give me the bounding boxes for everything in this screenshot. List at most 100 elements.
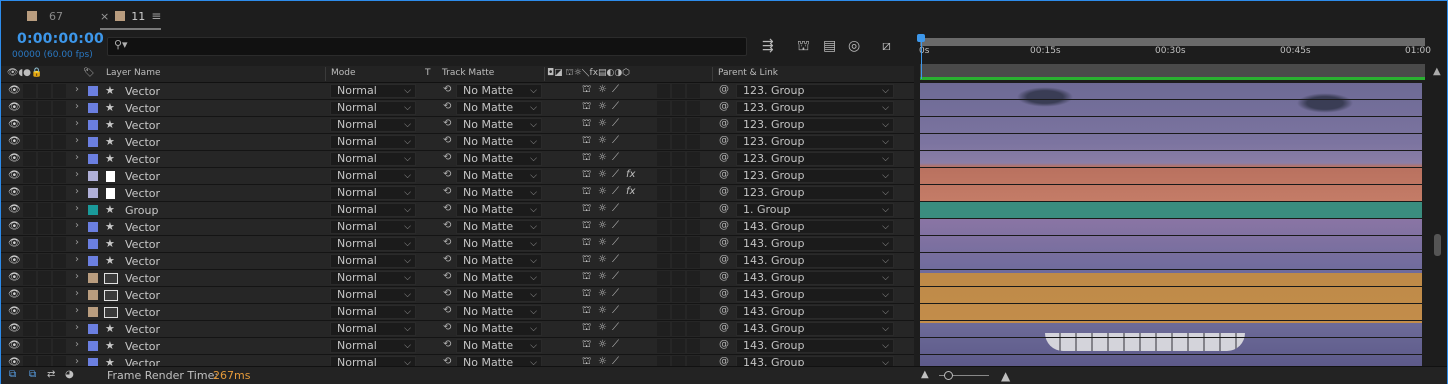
track-matte-select[interactable]: No Matte ⌵ [456, 237, 542, 251]
shy-icon[interactable]: ⛫ [582, 356, 591, 366]
switch-cell[interactable] [672, 203, 685, 217]
panel-menu-icon[interactable]: ≡ [151, 9, 161, 23]
layer-name[interactable]: Vector [125, 187, 160, 200]
solo-toggle[interactable] [38, 322, 51, 336]
parent-select[interactable]: 143. Group ⌵ [736, 220, 894, 234]
label-color-swatch[interactable] [88, 341, 98, 351]
switch-cell[interactable] [672, 237, 685, 251]
frame-blending-icon[interactable]: ▤ [823, 38, 836, 54]
track-matte-select[interactable]: No Matte ⌵ [456, 118, 542, 132]
lock-toggle[interactable] [53, 220, 66, 234]
audio-toggle[interactable] [23, 305, 36, 319]
audio-toggle[interactable] [23, 339, 36, 353]
switch-cell[interactable] [672, 152, 685, 166]
chevron-right-icon[interactable]: › [75, 101, 79, 112]
shy-icon[interactable]: ⛫ [582, 339, 591, 352]
parent-select[interactable]: 123. Group ⌵ [736, 169, 894, 183]
preserve-transparency-icon[interactable]: ⟲ [443, 186, 451, 197]
graph-editor-icon[interactable]: ⧄ [882, 38, 891, 54]
pick-whip-icon[interactable]: @ [719, 152, 729, 163]
search-input[interactable]: ⚲▾ [107, 37, 747, 56]
solo-toggle[interactable] [38, 101, 51, 115]
composition-mini-flowchart-icon[interactable]: ⇶ [762, 38, 774, 54]
track-matte-select[interactable]: No Matte ⌵ [456, 135, 542, 149]
chevron-right-icon[interactable]: › [75, 220, 79, 231]
pick-whip-icon[interactable]: @ [719, 186, 729, 197]
parent-select[interactable]: 123. Group ⌵ [736, 84, 894, 98]
blend-mode-select[interactable]: Normal ⌵ [330, 288, 416, 302]
pick-whip-icon[interactable]: @ [719, 203, 729, 214]
collapse-icon[interactable]: ☼ [598, 152, 607, 163]
in-out-toggle-icon[interactable]: ⇄ [47, 369, 55, 380]
audio-toggle[interactable] [23, 186, 36, 200]
switch-cell[interactable] [657, 152, 670, 166]
chevron-right-icon[interactable]: › [75, 84, 79, 95]
audio-toggle[interactable] [23, 84, 36, 98]
audio-toggle[interactable] [23, 220, 36, 234]
render-time-toggle-icon[interactable]: ◕ [65, 369, 74, 380]
switch-cell[interactable] [672, 84, 685, 98]
layer-name[interactable]: Vector [125, 153, 160, 166]
time-navigator[interactable] [920, 38, 1425, 46]
visibility-eye-icon[interactable]: 👁 [8, 221, 21, 232]
preserve-transparency-icon[interactable]: ⟲ [443, 305, 451, 316]
track-matte-select[interactable]: No Matte ⌵ [456, 356, 542, 366]
switch-cell[interactable] [672, 118, 685, 132]
layer-name[interactable]: Vector [125, 119, 160, 132]
pick-whip-icon[interactable]: @ [719, 271, 729, 282]
solo-toggle[interactable] [38, 220, 51, 234]
switch-cell[interactable] [657, 254, 670, 268]
switch-cell[interactable] [687, 169, 700, 183]
preserve-transparency-icon[interactable]: ⟲ [443, 339, 451, 350]
parent-select[interactable]: 143. Group ⌵ [736, 305, 894, 319]
blend-mode-select[interactable]: Normal ⌵ [330, 305, 416, 319]
current-time-display[interactable]: 0:00:00:00 [17, 31, 104, 47]
switch-cell[interactable] [657, 237, 670, 251]
lock-toggle[interactable] [53, 203, 66, 217]
audio-toggle[interactable] [23, 101, 36, 115]
visibility-eye-icon[interactable]: 👁 [8, 255, 21, 266]
playhead-line[interactable] [921, 35, 922, 79]
layer-row[interactable]: 👁 › Vector Normal ⌵ ⟲ No Matte ⌵ ⛫ ☼ ⟋ @143. Group ⌵ [1, 270, 914, 287]
work-area-bar[interactable] [920, 64, 1425, 80]
layer-name[interactable]: Vector [125, 136, 160, 149]
shy-icon[interactable]: ⛫ [582, 237, 591, 250]
switch-cell[interactable] [687, 254, 700, 268]
parent-select[interactable]: 123. Group ⌵ [736, 101, 894, 115]
blend-mode-select[interactable]: Normal ⌵ [330, 339, 416, 353]
layer-row[interactable]: 👁 › Vector Normal ⌵ ⟲ No Matte ⌵ ⛫ ☼ ⟋ @143. Group ⌵ [1, 304, 914, 321]
label-color-swatch[interactable] [88, 222, 98, 232]
chevron-right-icon[interactable]: › [75, 186, 79, 197]
quality-icon[interactable]: ⟋ [612, 101, 619, 112]
layer-row[interactable]: 👁 › ★ Vector Normal ⌵ ⟲ No Matte ⌵ ⛫ ☼ ⟋ @143. Group… [1, 321, 914, 338]
solo-toggle[interactable] [38, 203, 51, 217]
lock-toggle[interactable] [53, 135, 66, 149]
blend-mode-select[interactable]: Normal ⌵ [330, 237, 416, 251]
switch-cell[interactable] [657, 271, 670, 285]
switch-cell[interactable] [672, 305, 685, 319]
visibility-eye-icon[interactable]: 👁 [8, 102, 21, 113]
visibility-eye-icon[interactable]: 👁 [8, 272, 21, 283]
layer-row[interactable]: 👁 › ★ Vector Normal ⌵ ⟲ No Matte ⌵ ⛫ ☼ ⟋ @143. Group… [1, 338, 914, 355]
blend-mode-select[interactable]: Normal ⌵ [330, 322, 416, 336]
switch-cell[interactable] [657, 305, 670, 319]
layer-name[interactable]: Vector [125, 221, 160, 234]
switch-cell[interactable] [657, 203, 670, 217]
preserve-transparency-icon[interactable]: ⟲ [443, 271, 451, 282]
layer-name-header[interactable]: Layer Name [106, 68, 161, 78]
layer-name[interactable]: Vector [125, 289, 160, 302]
audio-toggle[interactable] [23, 322, 36, 336]
parent-select[interactable]: 123. Group ⌵ [736, 186, 894, 200]
pick-whip-icon[interactable]: @ [719, 84, 729, 95]
solo-toggle[interactable] [38, 356, 51, 366]
switch-cell[interactable] [687, 237, 700, 251]
solo-toggle[interactable] [38, 135, 51, 149]
lock-toggle[interactable] [53, 84, 66, 98]
layer-row[interactable]: 👁 › Vector Normal ⌵ ⟲ No Matte ⌵ ⛫ ☼ ⟋ fx @123. Grou… [1, 168, 914, 185]
switch-cell[interactable] [687, 84, 700, 98]
switch-cell[interactable] [687, 186, 700, 200]
label-color-swatch[interactable] [88, 154, 98, 164]
switch-cell[interactable] [657, 186, 670, 200]
label-color-swatch[interactable] [88, 205, 98, 215]
layer-row[interactable]: 👁 › ★ Vector Normal ⌵ ⟲ No Matte ⌵ ⛫ ☼ ⟋ @123. Group… [1, 117, 914, 134]
